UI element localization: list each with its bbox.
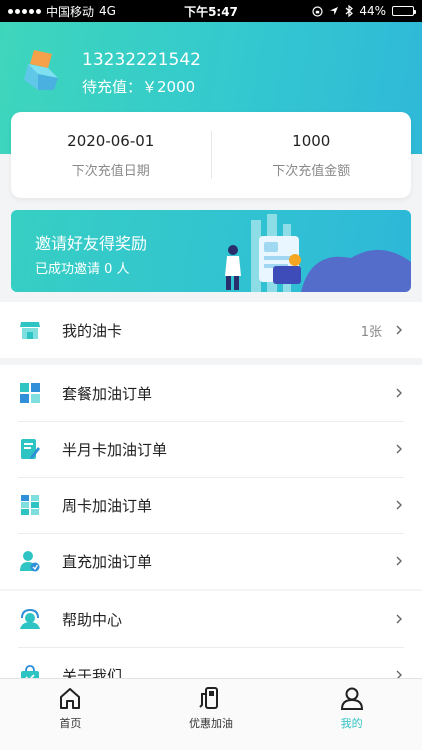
menu-item-oil-card[interactable]: 我的油卡 1张 — [0, 302, 422, 358]
chevron-right-icon — [396, 556, 402, 566]
pending-amount: ￥2000 — [142, 78, 196, 96]
fuel-pump-icon — [199, 687, 218, 709]
pending-recharge: 待充值：￥2000 — [82, 76, 195, 97]
user-avatar[interactable] — [18, 46, 66, 94]
battery-icon — [392, 6, 416, 16]
bottom-tab-bar: 首页 优惠加油 我的 — [0, 678, 422, 750]
tab-home[interactable]: 首页 — [0, 679, 141, 750]
chevron-right-icon — [396, 444, 402, 454]
battery-percent: 44% — [359, 4, 386, 18]
menu-group-cards: 我的油卡 1张 — [0, 302, 422, 358]
grid-icon — [18, 381, 42, 405]
user-recharge-icon — [18, 549, 42, 573]
invite-title: 邀请好友得奖励 — [35, 234, 148, 253]
bluetooth-icon — [345, 5, 354, 17]
tab-discount-fuel[interactable]: 优惠加油 — [141, 679, 282, 750]
chevron-right-icon — [396, 614, 402, 624]
menu-item-label: 我的油卡 — [62, 321, 123, 340]
next-date-value: 2020-06-01 — [67, 131, 155, 150]
next-date-label: 下次充值日期 — [71, 163, 150, 179]
menu-item-label: 周卡加油订单 — [62, 496, 153, 515]
carrier-name: 中国移动 — [46, 4, 95, 19]
invite-banner[interactable]: 邀请好友得奖励 已成功邀请 0 人 — [11, 210, 411, 292]
next-date-block: 2020-06-01 下次充值日期 — [11, 132, 211, 179]
tab-discount-label: 优惠加油 — [189, 717, 233, 730]
menu-item-label: 直充加油订单 — [62, 552, 153, 571]
chevron-right-icon — [396, 325, 402, 335]
chevron-right-icon — [396, 388, 402, 398]
phone-number: 13232221542 — [82, 50, 201, 70]
menu-group-orders: 套餐加油订单 半月卡加油订单 周卡加油订单 直充加油订单 — [0, 365, 422, 589]
invite-illustration — [225, 214, 411, 292]
calendar-grid-icon — [18, 493, 42, 517]
chevron-right-icon — [396, 500, 402, 510]
recharge-summary-card: 2020-06-01 下次充值日期 1000 下次充值金额 — [11, 112, 411, 198]
location-icon — [330, 7, 339, 15]
signal-icon — [8, 8, 41, 14]
tab-home-label: 首页 — [59, 717, 82, 730]
pending-label: 待充值： — [82, 78, 143, 96]
network-type: 4G — [99, 4, 116, 18]
invite-count: 已成功邀请 0 人 — [35, 262, 130, 277]
user-icon — [340, 687, 363, 710]
home-icon — [60, 688, 81, 709]
next-amount-label: 下次充值金额 — [272, 163, 351, 179]
menu-item-label: 帮助中心 — [62, 610, 123, 629]
next-amount-block: 1000 下次充值金额 — [212, 132, 412, 179]
lock-rotation-icon — [312, 5, 323, 17]
menu-item-label: 半月卡加油订单 — [62, 440, 168, 459]
next-amount-value: 1000 — [292, 131, 331, 150]
store-icon — [18, 318, 42, 342]
menu-item-help-center[interactable]: 帮助中心 — [0, 591, 422, 647]
menu-item-weekly-orders[interactable]: 周卡加油订单 — [0, 477, 422, 533]
menu-item-direct-orders[interactable]: 直充加油订单 — [0, 533, 422, 589]
customer-service-icon — [18, 607, 42, 631]
tab-mine-label: 我的 — [340, 717, 363, 730]
menu-item-package-orders[interactable]: 套餐加油订单 — [0, 365, 422, 421]
status-bar: 中国移动 4G 下午5:47 44% — [0, 0, 422, 22]
menu-item-half-month-orders[interactable]: 半月卡加油订单 — [0, 421, 422, 477]
edit-document-icon — [18, 437, 42, 461]
menu-item-label: 套餐加油订单 — [62, 384, 153, 403]
oil-card-count: 1张 — [360, 324, 382, 340]
tab-mine[interactable]: 我的 — [281, 679, 422, 750]
